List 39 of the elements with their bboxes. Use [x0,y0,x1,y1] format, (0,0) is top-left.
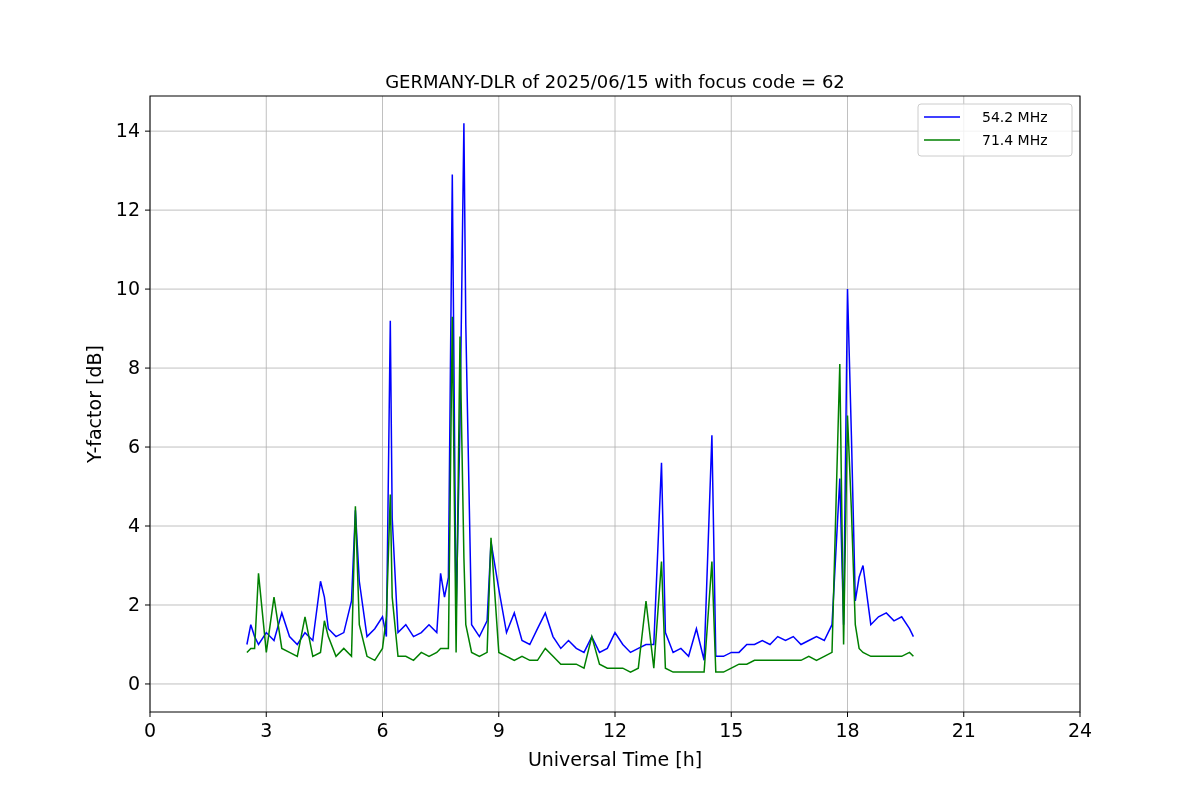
tick-mark [144,288,151,290]
y-tick-label: 2 [127,593,140,615]
tick-mark [144,367,151,369]
tick-mark [614,711,616,718]
x-tick-label: 3 [260,719,273,741]
y-tick-label: 14 [115,119,140,142]
tick-mark [144,604,151,606]
chart-title: GERMANY-DLR of 2025/06/15 with focus code = 62 [385,71,845,92]
tick-mark [144,683,151,685]
x-tick-label: 6 [376,719,389,741]
y-tick-label: 8 [127,356,140,379]
x-tick-label: 21 [951,719,976,741]
tick-mark [498,711,500,718]
x-tick-label: 15 [719,719,744,741]
x-tick-label: 18 [835,719,860,741]
y-tick-label: 12 [115,198,140,221]
tick-mark [144,130,151,132]
x-tick-label: 12 [602,719,628,741]
tick-mark [144,446,151,448]
legend-label: 71.4 MHz [982,132,1048,148]
y-tick-label: 4 [127,514,140,536]
y-tick-label: 6 [127,435,140,458]
y-tick-label: 0 [127,671,140,694]
tick-mark [730,711,732,718]
tick-mark [144,525,151,527]
tick-mark [265,711,267,718]
tick-mark [847,711,848,718]
y-tick-label: 10 [115,277,140,300]
tick-mark [382,711,383,718]
x-tick-label: 0 [143,719,157,741]
x-tick-label: 24 [1067,719,1093,741]
legend-label: 54.2 MHz [982,109,1048,125]
x-tick-label: 9 [492,719,505,741]
x-axis-label: Universal Time [h] [527,748,703,770]
tick-mark [144,209,151,211]
tick-mark [149,711,151,718]
tick-mark [1079,711,1081,718]
tick-mark [963,711,965,718]
y-axis-label: Y-factor [dB] [83,345,105,463]
